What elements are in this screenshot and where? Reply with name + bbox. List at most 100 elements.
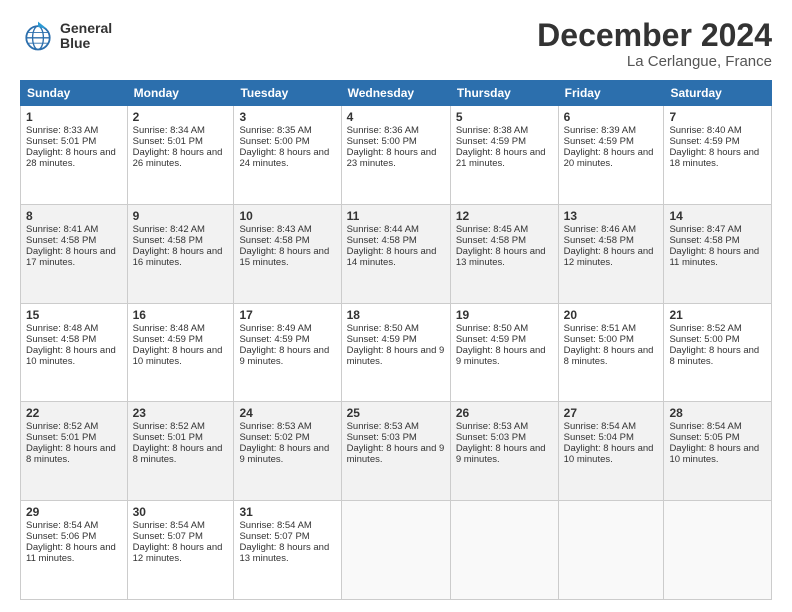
sunrise-label: Sunrise: 8:54 AM	[239, 520, 311, 531]
table-row: 1Sunrise: 8:33 AMSunset: 5:01 PMDaylight…	[21, 106, 128, 205]
daylight-label: Daylight: 8 hours and 10 minutes.	[564, 443, 654, 465]
sunrise-label: Sunrise: 8:53 AM	[239, 421, 311, 432]
table-row: 19Sunrise: 8:50 AMSunset: 4:59 PMDayligh…	[450, 303, 558, 402]
table-row: 10Sunrise: 8:43 AMSunset: 4:58 PMDayligh…	[234, 204, 341, 303]
table-row: 15Sunrise: 8:48 AMSunset: 4:58 PMDayligh…	[21, 303, 128, 402]
sunrise-label: Sunrise: 8:46 AM	[564, 224, 636, 235]
table-row: 12Sunrise: 8:45 AMSunset: 4:58 PMDayligh…	[450, 204, 558, 303]
sunset-label: Sunset: 4:59 PM	[669, 136, 739, 147]
daylight-label: Daylight: 8 hours and 8 minutes.	[564, 345, 654, 367]
sunrise-label: Sunrise: 8:45 AM	[456, 224, 528, 235]
day-number: 25	[347, 406, 445, 420]
day-number: 17	[239, 308, 335, 322]
day-number: 29	[26, 505, 122, 519]
sunrise-label: Sunrise: 8:54 AM	[26, 520, 98, 531]
daylight-label: Daylight: 8 hours and 9 minutes.	[239, 345, 329, 367]
table-row: 2Sunrise: 8:34 AMSunset: 5:01 PMDaylight…	[127, 106, 234, 205]
table-row: 9Sunrise: 8:42 AMSunset: 4:58 PMDaylight…	[127, 204, 234, 303]
sunset-label: Sunset: 5:04 PM	[564, 432, 634, 443]
daylight-label: Daylight: 8 hours and 9 minutes.	[347, 345, 445, 367]
table-row: 8Sunrise: 8:41 AMSunset: 4:58 PMDaylight…	[21, 204, 128, 303]
day-number: 10	[239, 209, 335, 223]
sunrise-label: Sunrise: 8:48 AM	[26, 323, 98, 334]
day-number: 14	[669, 209, 766, 223]
sunset-label: Sunset: 5:01 PM	[26, 432, 96, 443]
daylight-label: Daylight: 8 hours and 28 minutes.	[26, 147, 116, 169]
col-sunday: Sunday	[21, 81, 128, 106]
daylight-label: Daylight: 8 hours and 10 minutes.	[26, 345, 116, 367]
day-number: 2	[133, 110, 229, 124]
daylight-label: Daylight: 8 hours and 8 minutes.	[669, 345, 759, 367]
logo-icon	[20, 18, 56, 54]
daylight-label: Daylight: 8 hours and 8 minutes.	[133, 443, 223, 465]
day-number: 20	[564, 308, 659, 322]
day-number: 5	[456, 110, 553, 124]
daylight-label: Daylight: 8 hours and 16 minutes.	[133, 246, 223, 268]
sunrise-label: Sunrise: 8:42 AM	[133, 224, 205, 235]
sunset-label: Sunset: 5:01 PM	[133, 136, 203, 147]
table-row: 23Sunrise: 8:52 AMSunset: 5:01 PMDayligh…	[127, 402, 234, 501]
day-number: 16	[133, 308, 229, 322]
day-number: 26	[456, 406, 553, 420]
day-number: 6	[564, 110, 659, 124]
table-row: 17Sunrise: 8:49 AMSunset: 4:59 PMDayligh…	[234, 303, 341, 402]
title-block: December 2024 La Cerlangue, France	[537, 18, 772, 70]
daylight-label: Daylight: 8 hours and 21 minutes.	[456, 147, 546, 169]
table-row: 7Sunrise: 8:40 AMSunset: 4:59 PMDaylight…	[664, 106, 772, 205]
day-number: 23	[133, 406, 229, 420]
sunset-label: Sunset: 5:06 PM	[26, 531, 96, 542]
sunset-label: Sunset: 4:58 PM	[26, 334, 96, 345]
daylight-label: Daylight: 8 hours and 11 minutes.	[669, 246, 759, 268]
table-row: 27Sunrise: 8:54 AMSunset: 5:04 PMDayligh…	[558, 402, 664, 501]
sunset-label: Sunset: 5:00 PM	[347, 136, 417, 147]
daylight-label: Daylight: 8 hours and 20 minutes.	[564, 147, 654, 169]
table-row: 14Sunrise: 8:47 AMSunset: 4:58 PMDayligh…	[664, 204, 772, 303]
day-number: 9	[133, 209, 229, 223]
table-row	[558, 501, 664, 600]
sunrise-label: Sunrise: 8:41 AM	[26, 224, 98, 235]
daylight-label: Daylight: 8 hours and 13 minutes.	[456, 246, 546, 268]
daylight-label: Daylight: 8 hours and 17 minutes.	[26, 246, 116, 268]
table-row: 4Sunrise: 8:36 AMSunset: 5:00 PMDaylight…	[341, 106, 450, 205]
logo: General Blue	[20, 18, 112, 54]
sunset-label: Sunset: 5:05 PM	[669, 432, 739, 443]
sunset-label: Sunset: 5:01 PM	[133, 432, 203, 443]
sunrise-label: Sunrise: 8:49 AM	[239, 323, 311, 334]
sunrise-label: Sunrise: 8:50 AM	[347, 323, 419, 334]
table-row: 28Sunrise: 8:54 AMSunset: 5:05 PMDayligh…	[664, 402, 772, 501]
daylight-label: Daylight: 8 hours and 23 minutes.	[347, 147, 437, 169]
day-number: 8	[26, 209, 122, 223]
sunrise-label: Sunrise: 8:54 AM	[564, 421, 636, 432]
sunset-label: Sunset: 4:58 PM	[133, 235, 203, 246]
day-number: 11	[347, 209, 445, 223]
sunset-label: Sunset: 4:58 PM	[564, 235, 634, 246]
col-tuesday: Tuesday	[234, 81, 341, 106]
day-number: 3	[239, 110, 335, 124]
daylight-label: Daylight: 8 hours and 14 minutes.	[347, 246, 437, 268]
day-number: 30	[133, 505, 229, 519]
day-number: 28	[669, 406, 766, 420]
sunset-label: Sunset: 4:59 PM	[564, 136, 634, 147]
sunset-label: Sunset: 4:58 PM	[456, 235, 526, 246]
table-row: 21Sunrise: 8:52 AMSunset: 5:00 PMDayligh…	[664, 303, 772, 402]
sunrise-label: Sunrise: 8:52 AM	[669, 323, 741, 334]
daylight-label: Daylight: 8 hours and 18 minutes.	[669, 147, 759, 169]
sunrise-label: Sunrise: 8:50 AM	[456, 323, 528, 334]
day-number: 19	[456, 308, 553, 322]
table-row: 30Sunrise: 8:54 AMSunset: 5:07 PMDayligh…	[127, 501, 234, 600]
sunset-label: Sunset: 5:00 PM	[564, 334, 634, 345]
daylight-label: Daylight: 8 hours and 24 minutes.	[239, 147, 329, 169]
sunrise-label: Sunrise: 8:53 AM	[347, 421, 419, 432]
day-number: 31	[239, 505, 335, 519]
daylight-label: Daylight: 8 hours and 11 minutes.	[26, 542, 116, 564]
table-row: 26Sunrise: 8:53 AMSunset: 5:03 PMDayligh…	[450, 402, 558, 501]
daylight-label: Daylight: 8 hours and 9 minutes.	[456, 443, 546, 465]
day-number: 15	[26, 308, 122, 322]
col-wednesday: Wednesday	[341, 81, 450, 106]
header: General Blue December 2024 La Cerlangue,…	[20, 18, 772, 70]
sunrise-label: Sunrise: 8:38 AM	[456, 125, 528, 136]
sunrise-label: Sunrise: 8:40 AM	[669, 125, 741, 136]
day-number: 21	[669, 308, 766, 322]
table-row: 16Sunrise: 8:48 AMSunset: 4:59 PMDayligh…	[127, 303, 234, 402]
sunrise-label: Sunrise: 8:36 AM	[347, 125, 419, 136]
